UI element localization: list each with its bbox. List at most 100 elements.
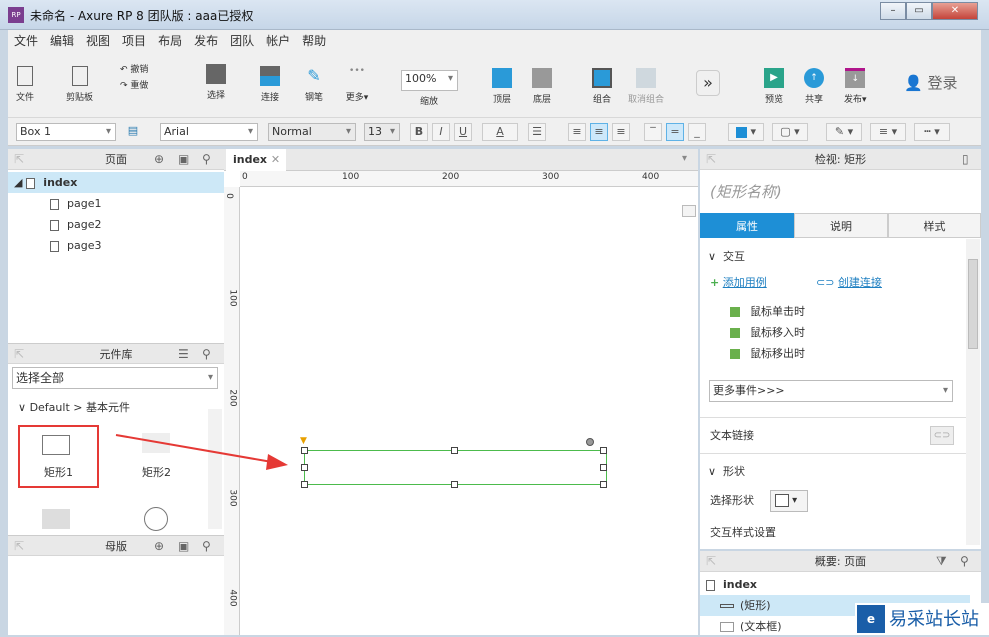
expand-toolbar-button[interactable]: » xyxy=(696,70,720,96)
page-item-index[interactable]: ◢ index xyxy=(8,172,224,193)
close-tab-icon[interactable]: ✕ xyxy=(271,153,280,166)
widget-name-input[interactable]: (矩形名称) xyxy=(710,181,782,202)
filter-icon[interactable]: ⧩ xyxy=(936,551,947,572)
font-size-select[interactable]: 13 xyxy=(364,123,400,141)
menu-layout[interactable]: 布局 xyxy=(152,30,188,52)
resize-handle[interactable] xyxy=(600,481,607,488)
font-style-select[interactable]: Normal xyxy=(268,123,356,141)
corner-radius-handle[interactable]: ▼ xyxy=(300,436,307,446)
font-color-button[interactable]: A xyxy=(482,123,518,141)
menu-edit[interactable]: 编辑 xyxy=(44,30,80,52)
bring-to-front-button[interactable]: 顶层 xyxy=(492,68,512,105)
widget-rectangle1[interactable]: 矩形1 xyxy=(18,425,99,488)
align-center-icon[interactable]: ≡ xyxy=(590,123,608,141)
align-bottom-icon[interactable]: _ xyxy=(688,123,706,141)
bullet-list-icon[interactable]: ☰ xyxy=(528,123,546,141)
interaction-style-label[interactable]: 交互样式设置 xyxy=(710,522,776,543)
line-color-button[interactable]: ✎ ▾ xyxy=(826,123,862,141)
add-folder-icon[interactable]: ▣ xyxy=(178,536,189,557)
canvas-scrollbar[interactable] xyxy=(682,205,696,217)
line-width-button[interactable]: ≡ ▾ xyxy=(870,123,906,141)
search-icon[interactable]: ⚲ xyxy=(202,344,211,365)
menu-file[interactable]: 文件 xyxy=(8,30,44,52)
page-item-page3[interactable]: page3 xyxy=(50,235,101,256)
page-item-page2[interactable]: page2 xyxy=(50,214,101,235)
share-button[interactable]: ↑ 共享 xyxy=(804,68,824,105)
event-mouse-enter[interactable]: 鼠标移入时 xyxy=(730,324,805,340)
image-widget-icon[interactable] xyxy=(42,509,70,529)
ellipse-widget-icon[interactable] xyxy=(144,507,168,531)
library-select[interactable]: 选择全部 xyxy=(12,367,218,389)
tab-index[interactable]: index ✕ xyxy=(226,149,286,171)
shape-section[interactable]: ∨ 形状 xyxy=(708,461,745,482)
outline-item-index[interactable]: index xyxy=(706,574,757,595)
rotate-handle[interactable] xyxy=(586,438,594,446)
search-icon[interactable]: ⚲ xyxy=(202,149,211,170)
shadow-button[interactable]: ▢ ▾ xyxy=(772,123,808,141)
menu-account[interactable]: 帐户 xyxy=(260,30,296,52)
interaction-section[interactable]: ∨ 交互 xyxy=(708,246,745,267)
align-top-icon[interactable]: ‾ xyxy=(644,123,662,141)
menu-help[interactable]: 帮助 xyxy=(296,30,332,52)
ungroup-button[interactable]: 取消组合 xyxy=(628,68,664,105)
font-family-select[interactable]: Arial xyxy=(160,123,258,141)
publish-button[interactable]: ↓ 发布▾ xyxy=(844,68,867,105)
add-folder-icon[interactable]: ▣ xyxy=(178,149,189,170)
bold-button[interactable]: B xyxy=(410,123,428,141)
undo-button[interactable]: ↶ 撤销 xyxy=(120,62,148,75)
page-item-page1[interactable]: page1 xyxy=(50,193,101,214)
file-button[interactable]: 文件 xyxy=(16,66,34,103)
tab-menu-icon[interactable]: ▾ xyxy=(682,153,687,164)
event-mouse-leave[interactable]: 鼠标移出时 xyxy=(730,345,805,361)
style-edit-icon[interactable]: ▤ xyxy=(124,123,142,141)
search-icon[interactable]: ⚲ xyxy=(960,551,969,572)
preview-button[interactable]: ▶ 预览 xyxy=(764,68,784,105)
clipboard-button[interactable]: 剪贴板 xyxy=(66,66,93,103)
shape-select[interactable]: ▾ xyxy=(770,490,808,512)
menu-project[interactable]: 项目 xyxy=(116,30,152,52)
pen-button[interactable]: ✎ 钢笔 xyxy=(304,66,324,103)
text-link-button[interactable]: ⊂⊃ xyxy=(930,426,954,445)
minimize-button[interactable]: – xyxy=(880,2,906,20)
note-icon[interactable]: ▯ xyxy=(962,149,969,170)
search-icon[interactable]: ⚲ xyxy=(202,536,211,557)
close-button[interactable]: ✕ xyxy=(932,2,978,20)
tab-notes[interactable]: 说明 xyxy=(794,213,888,238)
resize-handle[interactable] xyxy=(301,447,308,454)
fill-color-button[interactable]: ▾ xyxy=(728,123,764,141)
add-page-icon[interactable]: ⊕ xyxy=(154,149,164,170)
add-master-icon[interactable]: ⊕ xyxy=(154,536,164,557)
library-group[interactable]: ∨ Default > 基本元件 xyxy=(18,397,130,418)
menu-team[interactable]: 团队 xyxy=(224,30,260,52)
create-link-link[interactable]: ⊂⊃ 创建连接 xyxy=(816,272,882,293)
add-case-link[interactable]: + 添加用例 xyxy=(710,272,767,293)
rectangle-widget[interactable] xyxy=(304,450,607,485)
widget-name-select[interactable]: Box 1 xyxy=(16,123,116,141)
italic-button[interactable]: I xyxy=(432,123,450,141)
menu-view[interactable]: 视图 xyxy=(80,30,116,52)
resize-handle[interactable] xyxy=(451,481,458,488)
resize-handle[interactable] xyxy=(301,464,308,471)
login-button[interactable]: 👤 登录 xyxy=(904,72,957,93)
maximize-button[interactable]: ▭ xyxy=(906,2,932,20)
more-events-select[interactable]: 更多事件>>> xyxy=(709,380,953,402)
outline-item-textbox[interactable]: (文本框) xyxy=(720,616,782,637)
group-button[interactable]: 组合 xyxy=(592,68,612,105)
send-to-back-button[interactable]: 底层 xyxy=(532,68,552,105)
resize-handle[interactable] xyxy=(301,481,308,488)
more-button[interactable]: ••• 更多▾ xyxy=(342,66,372,103)
zoom-select[interactable]: 100% xyxy=(401,70,458,91)
resize-handle[interactable] xyxy=(451,447,458,454)
select-button[interactable]: 选择 xyxy=(186,64,246,101)
resize-handle[interactable] xyxy=(600,464,607,471)
menu-icon[interactable]: ☰ xyxy=(178,344,189,365)
event-click[interactable]: 鼠标单击时 xyxy=(730,303,805,319)
tab-style[interactable]: 样式 xyxy=(888,213,981,238)
inspector-scrollbar[interactable] xyxy=(966,239,980,545)
align-middle-icon[interactable]: = xyxy=(666,123,684,141)
resize-handle[interactable] xyxy=(600,447,607,454)
line-style-button[interactable]: ┅ ▾ xyxy=(914,123,950,141)
menu-publish[interactable]: 发布 xyxy=(188,30,224,52)
redo-button[interactable]: ↷ 重做 xyxy=(120,78,148,91)
tab-properties[interactable]: 属性 xyxy=(700,213,794,238)
